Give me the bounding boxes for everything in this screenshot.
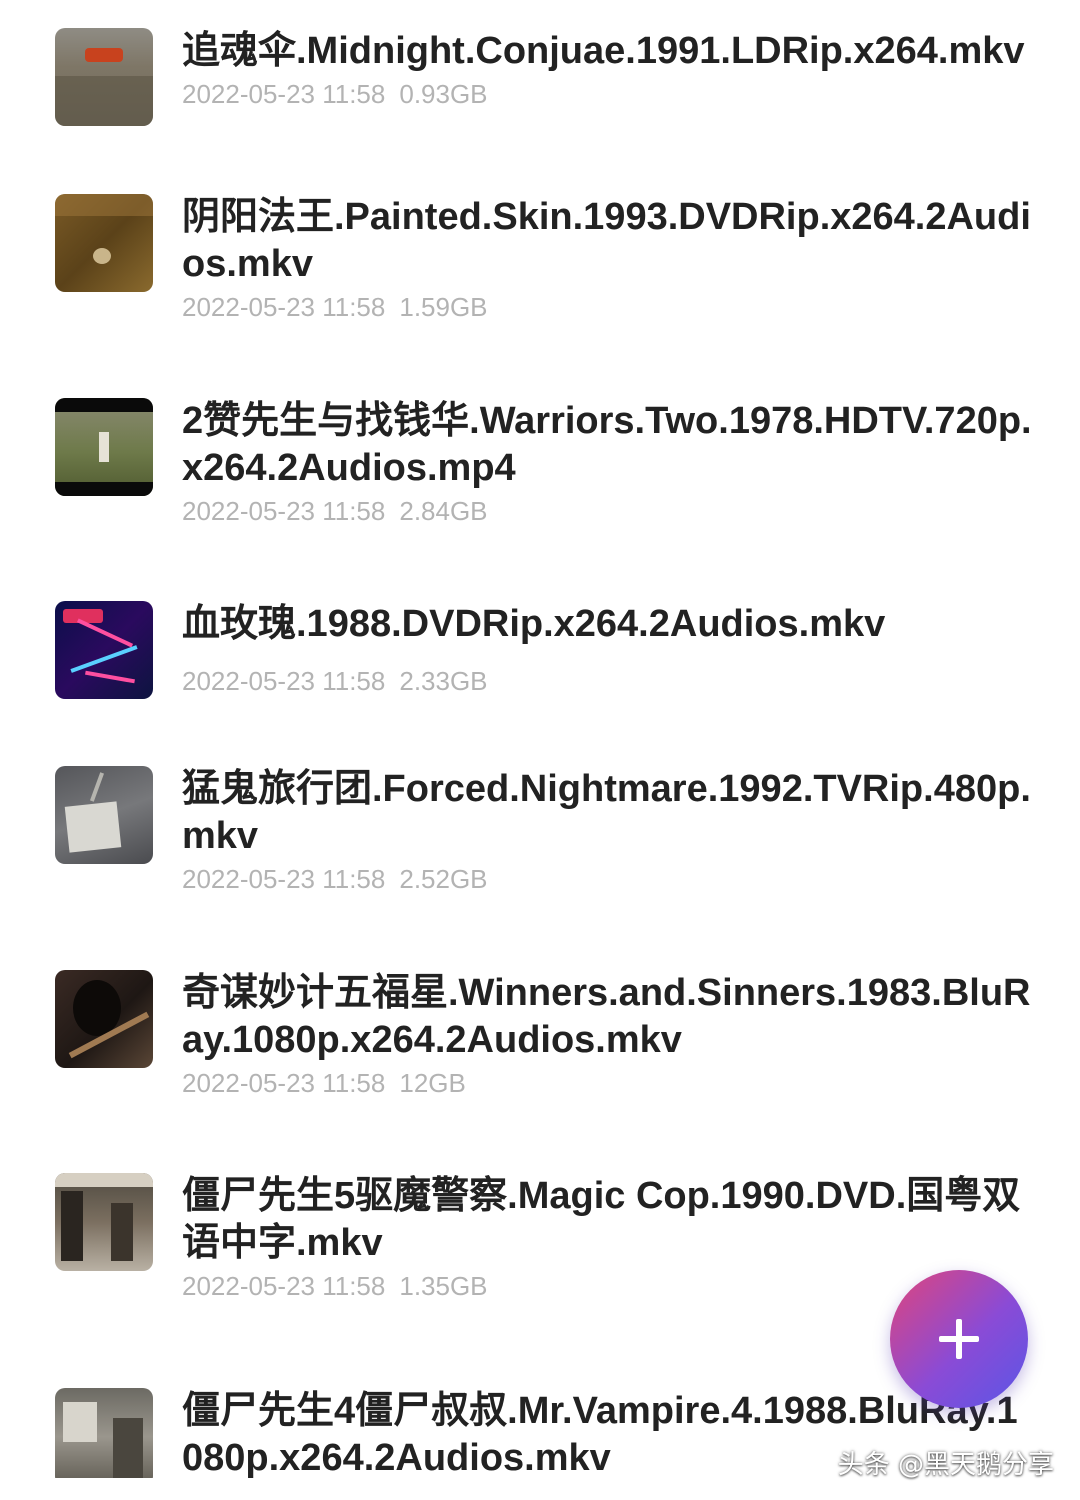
video-thumbnail [55,970,153,1068]
file-list: 追魂伞.Midnight.Conjuae.1991.LDRip.x264.mkv… [0,0,1080,1478]
file-meta: 2022-05-23 11:58 2.84GB [182,496,1032,526]
file-meta: 2022-05-23 11:58 1.59GB [182,292,1032,322]
file-size: 2.84GB [399,496,488,526]
watermark-text: 头条 @黑天鹅分享 [837,1450,1054,1480]
file-size: 12GB [399,1068,466,1098]
file-date: 2022-05-23 11:58 [182,496,386,526]
file-meta: 2022-05-23 11:58 12GB [182,1068,1032,1098]
file-meta: 2022-05-23 11:58 2.52GB [182,864,1032,894]
add-button[interactable] [890,1270,1028,1408]
video-thumbnail [55,766,153,864]
file-size: 0.93GB [399,79,488,109]
file-name: 僵尸先生5驱魔警察.Magic Cop.1990.DVD.国粤双语中字.mkv [182,1175,1021,1264]
file-date: 2022-05-23 11:58 [182,666,386,696]
file-name: 追魂伞.Midnight.Conjuae.1991.LDRip.x264.mkv [182,30,1025,72]
file-date: 2022-05-23 11:58 [182,1068,386,1098]
file-size: 2.33GB [399,666,488,696]
file-size: 2.52GB [399,864,488,894]
file-date: 2022-05-23 11:58 [182,292,386,322]
file-size: 1.59GB [399,292,488,322]
file-meta: 2022-05-23 11:58 0.93GB [182,79,1032,109]
file-size: 1.35GB [399,1271,488,1301]
video-thumbnail [55,1173,153,1271]
file-date: 2022-05-23 11:58 [182,79,386,109]
file-name: 猛鬼旅行团.Forced.Nightmare.1992.TVRip.480p.m… [182,768,1031,857]
file-name: 2赞先生与找钱华.Warriors.Two.1978.HDTV.720p.x26… [182,400,1032,489]
file-meta: 2022-05-23 11:58 2.33GB [182,666,1032,696]
video-thumbnail [55,28,153,126]
file-name: 奇谋妙计五福星.Winners.and.Sinners.1983.BluRay.… [182,972,1031,1061]
file-date: 2022-05-23 11:58 [182,1271,386,1301]
video-thumbnail [55,1388,153,1478]
video-thumbnail [55,601,153,699]
file-name: 血玫瑰.1988.DVDRip.x264.2Audios.mkv [182,603,886,645]
video-thumbnail [55,194,153,292]
plus-icon [939,1319,979,1359]
file-date: 2022-05-23 11:58 [182,864,386,894]
video-thumbnail [55,398,153,496]
file-name: 阴阳法王.Painted.Skin.1993.DVDRip.x264.2Audi… [182,196,1031,285]
